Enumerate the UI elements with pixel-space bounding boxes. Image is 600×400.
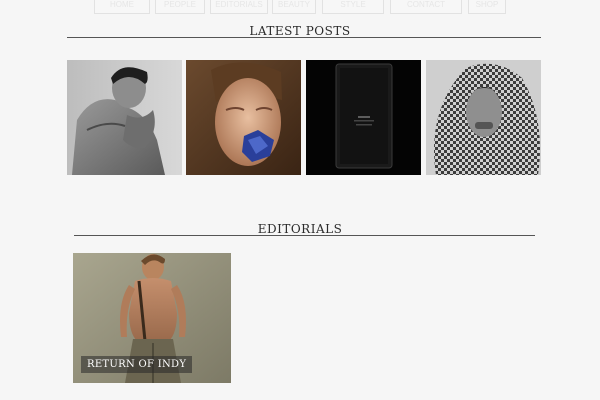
black-perfume-bottle xyxy=(306,60,421,175)
man-houndstooth-scarf-bw xyxy=(426,60,541,175)
latest-posts-divider xyxy=(67,37,541,38)
nav-item-label: EDITORIALS xyxy=(215,0,263,9)
nav-item-contact[interactable]: CONTACT xyxy=(390,0,462,14)
nav-item-label: HOME xyxy=(110,0,134,9)
latest-post-3[interactable] xyxy=(306,60,421,175)
nav-item-editorials[interactable]: EDITORIALS xyxy=(210,0,268,14)
nav-item-beauty[interactable]: BEAUTY xyxy=(272,0,316,14)
latest-post-1[interactable] xyxy=(67,60,182,175)
nav-item-style[interactable]: STYLE xyxy=(322,0,384,14)
editorials-heading: EDITORIALS xyxy=(257,222,343,236)
editorial-caption: RETURN OF INDY xyxy=(81,356,193,373)
editorial-card[interactable]: RETURN OF INDY xyxy=(73,253,231,383)
latest-post-2[interactable] xyxy=(186,60,301,175)
man-shirtless-bw-portrait xyxy=(67,60,182,175)
latest-post-4[interactable] xyxy=(426,60,541,175)
editorials-divider xyxy=(74,235,535,236)
latest-posts-heading: LATEST POSTS xyxy=(249,24,351,38)
nav-item-shop[interactable]: SHOP xyxy=(468,0,506,14)
top-nav: HOME PEOPLE EDITORIALS BEAUTY STYLE CONT… xyxy=(0,0,600,16)
man-blue-object-mouth xyxy=(186,60,301,175)
nav-item-label: STYLE xyxy=(340,0,366,9)
nav-item-label: PEOPLE xyxy=(163,0,196,9)
nav-item-home[interactable]: HOME xyxy=(94,0,150,14)
nav-item-label: SHOP xyxy=(475,0,499,9)
nav-item-label: CONTACT xyxy=(406,0,446,9)
nav-item-people[interactable]: PEOPLE xyxy=(155,0,205,14)
nav-item-label: BEAUTY xyxy=(277,0,310,9)
